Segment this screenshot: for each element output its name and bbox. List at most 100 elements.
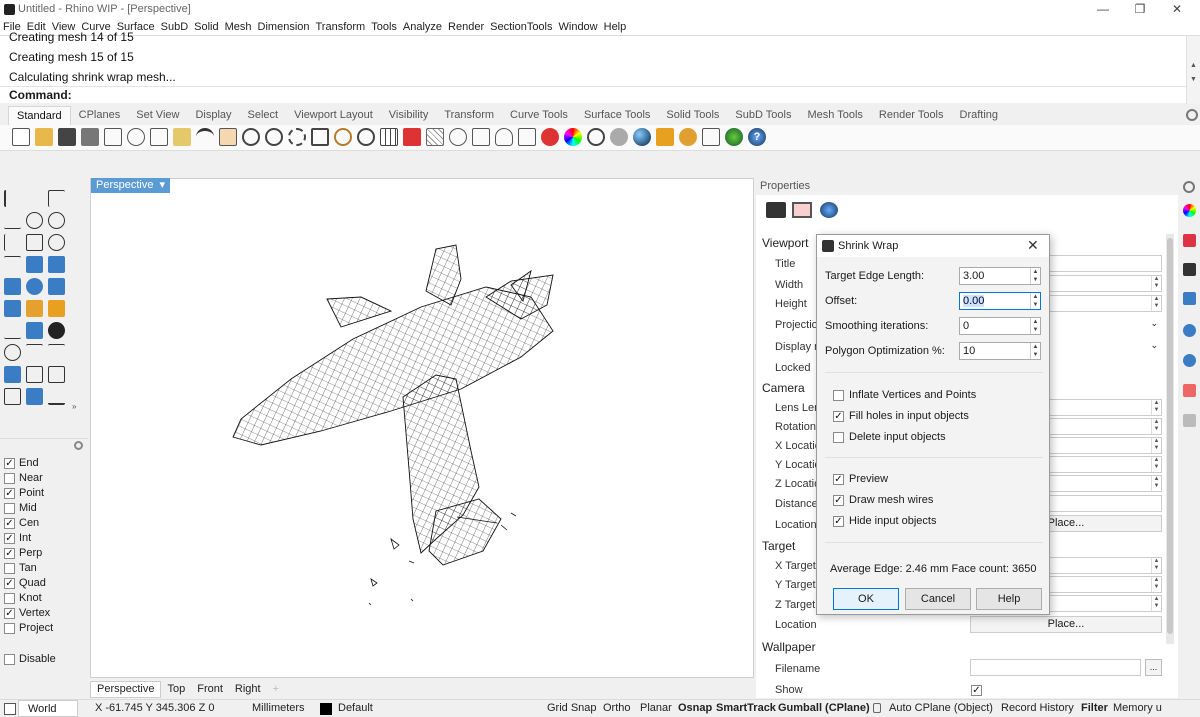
osnap-mid[interactable]: Mid (4, 502, 37, 514)
subd-icon[interactable] (26, 300, 43, 317)
paste-icon[interactable] (173, 128, 191, 146)
boolean-icon[interactable] (26, 322, 43, 339)
checkbox-icon[interactable]: ✓ (4, 547, 15, 559)
spinner-icon[interactable]: ▲ ▼ (1151, 457, 1161, 472)
menu-analyze[interactable]: Analyze (403, 21, 442, 33)
save-icon[interactable] (58, 128, 76, 146)
osnap-toggle[interactable]: Osnap (678, 702, 712, 714)
sun-icon[interactable] (1183, 354, 1196, 367)
properties-light-icon[interactable] (820, 202, 838, 218)
layer-color-swatch[interactable] (320, 703, 332, 715)
ortho-toggle[interactable]: Ortho (603, 702, 631, 714)
checkbox-icon[interactable] (4, 622, 15, 634)
osnap-quad[interactable]: ✓ Quad (4, 577, 46, 589)
checkbox-icon[interactable] (4, 472, 15, 484)
color-wheel-icon[interactable] (564, 128, 582, 146)
checkbox-icon[interactable]: ✓ (4, 577, 15, 589)
checkbox-icon[interactable] (4, 592, 15, 604)
spinner-icon[interactable]: ▲ ▼ (1151, 476, 1161, 491)
viewport-title-tab[interactable]: Perspective ▾ (91, 178, 171, 193)
spinner-icon[interactable]: ▲ ▼ (1030, 293, 1040, 309)
polygon-optimization-input[interactable]: 10 ▲ ▼ (959, 342, 1041, 360)
open-folder-icon[interactable] (35, 128, 53, 146)
point-tool-icon[interactable] (26, 190, 43, 207)
lights-icon[interactable] (1183, 324, 1196, 337)
materials-icon[interactable] (1183, 204, 1196, 217)
layer-icon[interactable] (541, 128, 559, 146)
menu-subd[interactable]: SubD (161, 21, 189, 33)
checkbox-icon[interactable]: ✓ (4, 532, 15, 544)
grid-array-icon[interactable] (48, 366, 65, 383)
light-icon[interactable] (656, 128, 674, 146)
scroll-up-icon[interactable]: ▲ (1188, 60, 1199, 71)
curve-edit-icon[interactable] (4, 256, 21, 273)
checkbox-icon[interactable]: ✓ (4, 517, 15, 529)
checkbox-icon[interactable]: ✓ (833, 515, 844, 527)
new-file-icon[interactable] (12, 128, 30, 146)
tab-display[interactable]: Display (187, 106, 239, 125)
grid-icon[interactable] (426, 128, 444, 146)
gear-icon[interactable] (1186, 109, 1198, 121)
tab-viewport-layout[interactable]: Viewport Layout (286, 106, 381, 125)
render-sphere-icon[interactable] (633, 128, 651, 146)
tab-perspective[interactable]: Perspective (90, 680, 162, 698)
array-icon[interactable] (26, 366, 43, 383)
cylinder-icon[interactable] (48, 278, 65, 295)
print-icon[interactable] (81, 128, 99, 146)
osnap-cen[interactable]: ✓ Cen (4, 517, 39, 529)
menu-sectiontools[interactable]: SectionTools (490, 21, 552, 33)
spinner-icon[interactable]: ▲ ▼ (1151, 276, 1161, 291)
jet-mesh-model[interactable] (91, 179, 753, 677)
menu-dimension[interactable]: Dimension (258, 21, 310, 33)
osnap-gear-icon[interactable] (74, 441, 83, 450)
show-wallpaper-checkbox[interactable]: ✓ (971, 685, 982, 696)
filename-field[interactable] (970, 659, 1141, 676)
box-icon[interactable] (4, 278, 21, 295)
rotate-view-icon[interactable] (242, 128, 260, 146)
material-icon[interactable] (610, 128, 628, 146)
environment-icon[interactable] (1183, 384, 1196, 397)
properties-scrollbar[interactable] (1166, 234, 1174, 644)
tab-standard[interactable]: Standard (8, 106, 71, 125)
spinner-icon[interactable]: ▲ ▼ (1151, 400, 1161, 415)
circle-icon[interactable] (26, 212, 43, 229)
lock-icon[interactable] (518, 128, 536, 146)
light-tool-icon[interactable] (48, 300, 65, 317)
lock-icon[interactable] (873, 703, 881, 713)
ground-plane-icon[interactable] (1183, 414, 1196, 427)
select-arrow-icon[interactable] (4, 190, 21, 207)
checkbox-icon[interactable] (4, 562, 15, 574)
target-edge-length-input[interactable]: 3.00 ▲ ▼ (959, 267, 1041, 285)
zoom-icon[interactable] (265, 128, 283, 146)
menu-mesh[interactable]: Mesh (225, 21, 252, 33)
osnap-disable[interactable]: Disable (4, 653, 56, 665)
planar-toggle[interactable]: Planar (640, 702, 672, 714)
split-icon[interactable] (48, 344, 65, 361)
mesh-icon[interactable] (4, 300, 21, 317)
curve-icon[interactable] (4, 212, 21, 229)
tab-subd-tools[interactable]: SubD Tools (727, 106, 799, 125)
spinner-icon[interactable]: ▲ ▼ (1151, 296, 1161, 311)
osnap-vertex[interactable]: ✓ Vertex (4, 607, 50, 619)
transform-icon[interactable] (4, 366, 21, 383)
chevron-down-icon[interactable]: ⌄ (1150, 338, 1158, 353)
tab-front[interactable]: Front (191, 683, 229, 695)
menu-help[interactable]: Help (604, 21, 627, 33)
smarttrack-toggle[interactable]: SmartTrack (716, 702, 776, 714)
viewport-icon[interactable] (792, 202, 812, 218)
spinner-icon[interactable]: ▲ ▼ (1151, 419, 1161, 434)
menu-render[interactable]: Render (448, 21, 484, 33)
blend-icon[interactable] (48, 322, 65, 339)
loft-icon[interactable] (48, 256, 65, 273)
ok-button[interactable]: OK (833, 588, 899, 610)
tab-drafting[interactable]: Drafting (952, 106, 1007, 125)
hide-input-option[interactable]: ✓ Hide input objects (833, 515, 936, 527)
spinner-icon[interactable]: ▲ ▼ (1030, 343, 1040, 359)
more-tools-icon[interactable]: » (72, 402, 76, 411)
smoothing-iterations-input[interactable]: 0 ▲ ▼ (959, 317, 1041, 335)
tab-curve-tools[interactable]: Curve Tools (502, 106, 576, 125)
browse-button[interactable]: ... (1145, 659, 1162, 676)
dialog-close-icon[interactable]: ✕ (1027, 237, 1039, 254)
osnap-perp[interactable]: ✓ Perp (4, 547, 42, 559)
tab-transform[interactable]: Transform (436, 106, 502, 125)
